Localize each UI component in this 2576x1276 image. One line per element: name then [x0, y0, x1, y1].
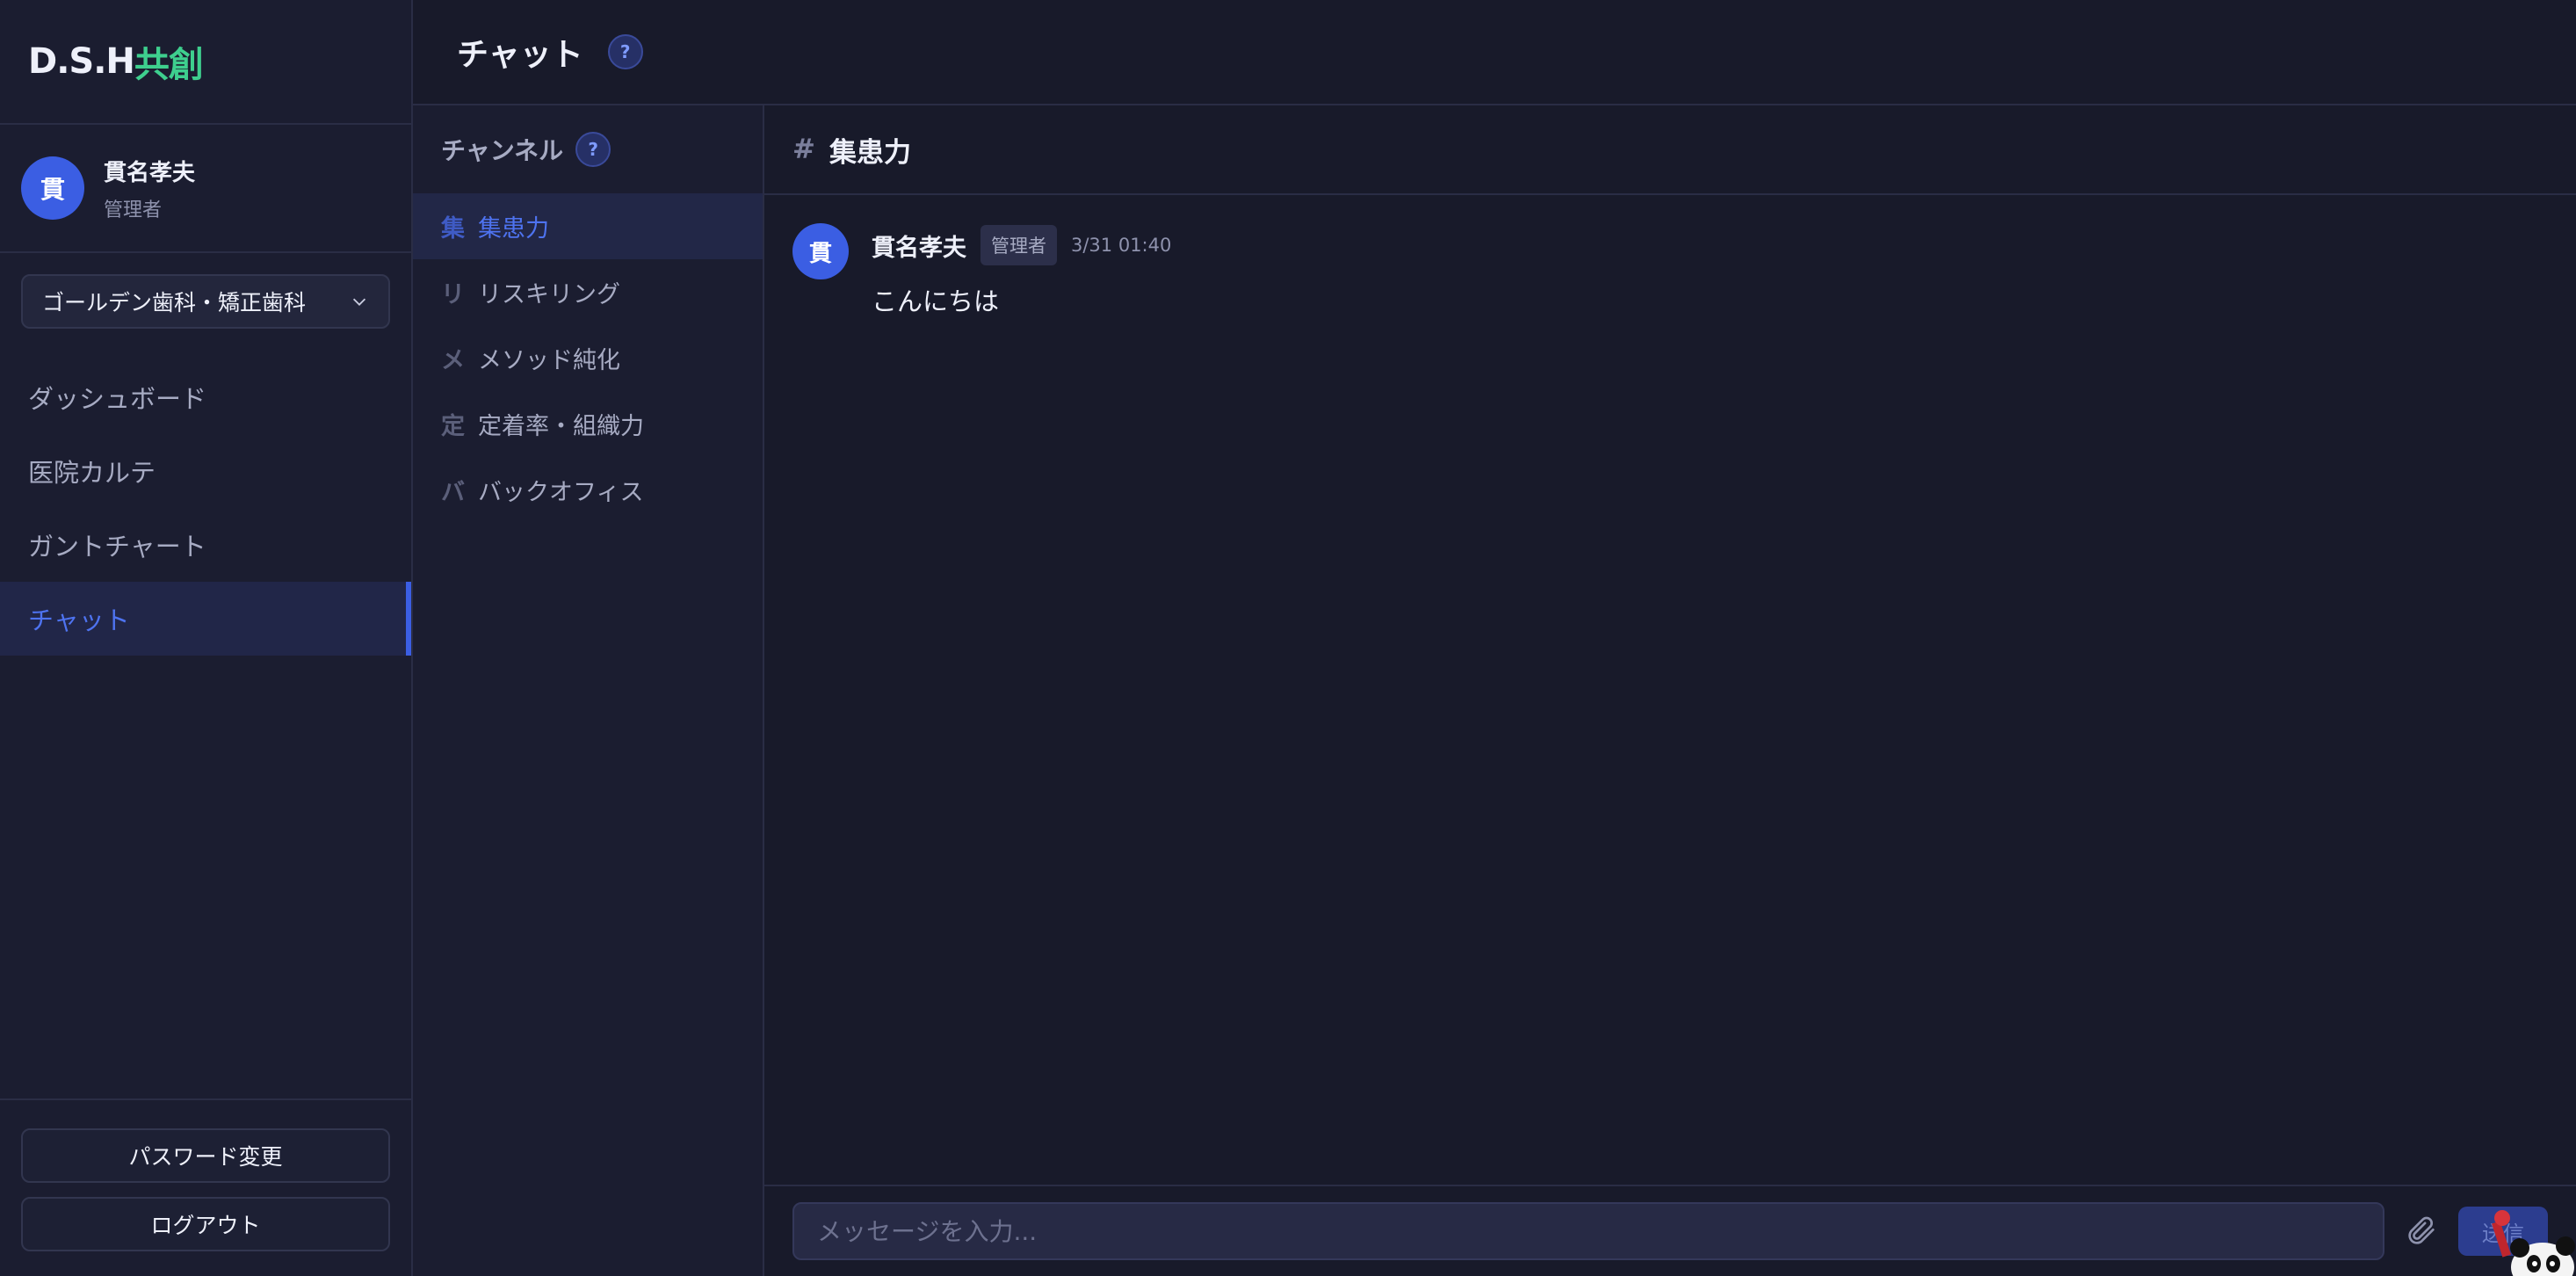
role-badge: 管理者 — [980, 225, 1057, 265]
page-title: チャット — [457, 37, 583, 73]
message-input[interactable] — [792, 1202, 2384, 1260]
change-password-button[interactable]: パスワード変更 — [21, 1128, 390, 1183]
nav-item-label: ダッシュボード — [28, 384, 207, 414]
hash-icon: # — [792, 134, 815, 165]
page-header: チャット ? — [413, 0, 2576, 105]
chat-content: チャンネル ? 集 集患力 リ リスキリング メ メソッド純化 定 定着率・組織… — [413, 105, 2576, 1276]
logout-button[interactable]: ログアウト — [21, 1197, 390, 1251]
user-name: 貫名孝夫 — [104, 159, 196, 186]
clinic-select-value: ゴールデン歯科・矯正歯科 — [42, 290, 307, 315]
channel-label: バックオフィス — [478, 479, 644, 506]
nav-item-label: ガントチャート — [28, 532, 206, 562]
chevron-down-icon — [352, 298, 366, 306]
channel-initial: リ — [441, 281, 465, 308]
channel-item-backoffice[interactable]: バ バックオフィス — [413, 457, 763, 523]
message-timestamp: 3/31 01:40 — [1071, 235, 1172, 256]
chat-header: # 集患力 — [764, 105, 2576, 195]
brand-text-accent: 共創 — [134, 45, 204, 85]
main-area: チャット ? チャンネル ? 集 集患力 リ リスキリング メ メソッド純化 定… — [413, 0, 2576, 1276]
nav-item-label: 医院カルテ — [28, 458, 156, 488]
message-item: 貫 貫名孝夫 管理者 3/31 01:40 こんにちは — [792, 223, 2548, 318]
nav-item-clinic-chart[interactable]: 医院カルテ — [0, 434, 411, 508]
channel-list-title: チャンネル — [441, 136, 564, 165]
panda-mascot-icon — [2492, 1210, 2575, 1276]
channel-label: 集患力 — [478, 215, 549, 243]
nav-item-chat[interactable]: チャット — [0, 582, 411, 656]
channel-label: リスキリング — [478, 281, 620, 308]
message-meta: 貫名孝夫 管理者 3/31 01:40 — [872, 225, 1171, 265]
channel-label: メソッド純化 — [478, 347, 620, 374]
chat-channel-name: 集患力 — [829, 136, 911, 169]
sidebar: D.S.H 共創 貫 貫名孝夫 管理者 ゴールデン歯科・矯正歯科 ダッシュボード … — [0, 0, 413, 1276]
main-nav: ダッシュボード 医院カルテ ガントチャート チャット — [0, 360, 411, 656]
paperclip-icon[interactable] — [2404, 1214, 2439, 1249]
channel-list-header: チャンネル ? — [413, 105, 763, 193]
user-role: 管理者 — [104, 199, 163, 221]
chat-panel: # 集患力 貫 貫名孝夫 管理者 3/31 01:40 こんにちは メッセージを… — [764, 105, 2576, 1276]
clinic-select[interactable]: ゴールデン歯科・矯正歯科 — [21, 274, 390, 329]
help-icon[interactable]: ? — [607, 34, 643, 69]
channel-list: チャンネル ? 集 集患力 リ リスキリング メ メソッド純化 定 定着率・組織… — [413, 105, 764, 1276]
channel-initial: 集 — [441, 215, 465, 243]
nav-item-dashboard[interactable]: ダッシュボード — [0, 360, 411, 434]
avatar: 貫 — [21, 156, 84, 220]
channel-item-reskilling[interactable]: リ リスキリング — [413, 259, 763, 325]
channel-initial: バ — [441, 479, 465, 506]
avatar: 貫 — [792, 223, 849, 279]
channel-item-retention[interactable]: 定 定着率・組織力 — [413, 391, 763, 457]
brand-logo[interactable]: D.S.H 共創 — [0, 0, 411, 125]
message-author: 貫名孝夫 — [872, 234, 966, 262]
message-composer: 送信 — [764, 1185, 2576, 1276]
channel-initial: メ — [441, 347, 465, 374]
message-text: こんにちは — [872, 286, 1000, 316]
channel-item-shukanryoku[interactable]: 集 集患力 — [413, 193, 763, 259]
nav-item-label: チャット — [28, 605, 130, 635]
channel-item-method[interactable]: メ メソッド純化 — [413, 325, 763, 391]
channel-label: 定着率・組織力 — [478, 413, 644, 440]
nav-item-gantt-chart[interactable]: ガントチャート — [0, 508, 411, 582]
help-icon[interactable]: ? — [575, 132, 611, 167]
user-profile: 貫 貫名孝夫 管理者 — [0, 125, 411, 253]
message-list: 貫 貫名孝夫 管理者 3/31 01:40 こんにちは — [764, 195, 2576, 1185]
channel-initial: 定 — [441, 413, 465, 440]
sidebar-footer: パスワード変更 ログアウト — [0, 1098, 411, 1276]
app-root: D.S.H 共創 貫 貫名孝夫 管理者 ゴールデン歯科・矯正歯科 ダッシュボード … — [0, 0, 2576, 1276]
brand-text-primary: D.S.H — [28, 41, 135, 82]
